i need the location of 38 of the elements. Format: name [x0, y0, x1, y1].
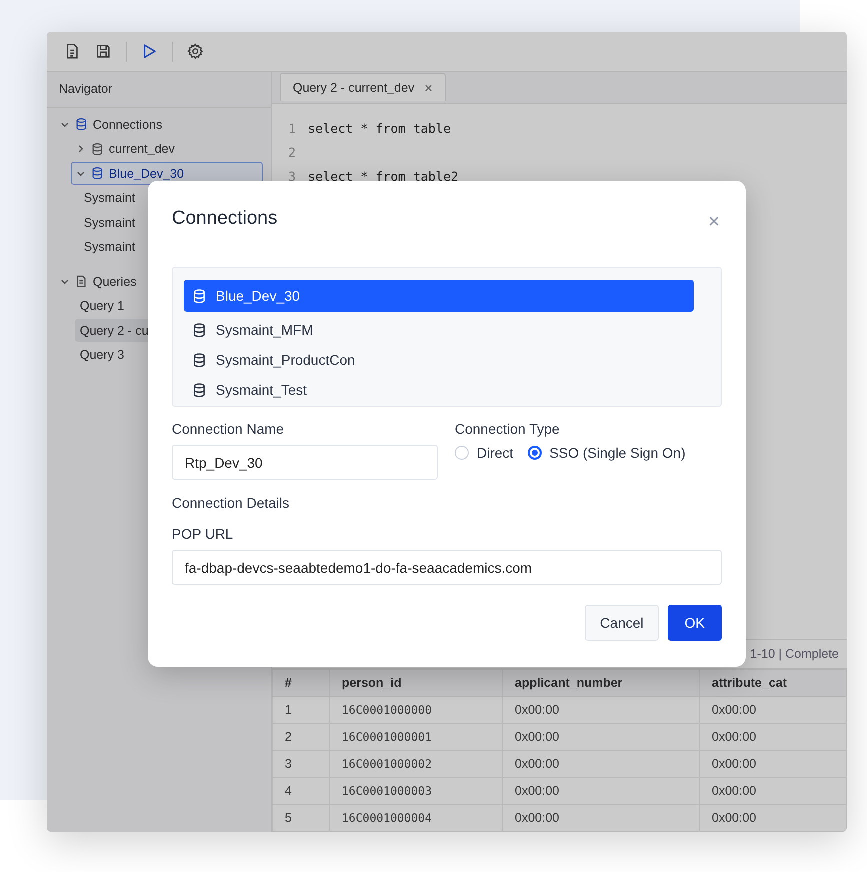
table-cell: 0x00:00 [502, 804, 700, 832]
section-label: Connection Details [172, 495, 291, 511]
table-cell: 0x00:00 [700, 778, 846, 804]
table-cell: 5 [272, 804, 330, 832]
code-line: select * from table2 [308, 168, 459, 184]
status-text: 1-10 | Complete [750, 647, 839, 661]
table-cell: 16C0001000001 [330, 724, 502, 750]
panel-title: Navigator [47, 72, 271, 108]
field-label: Connection Type [455, 421, 561, 437]
table-cell: 1 [272, 696, 330, 724]
radio-label: SSO (Single Sign On) [550, 445, 686, 461]
field-label: Connection Name [172, 421, 286, 437]
field-label: POP URL [172, 526, 234, 542]
code-line: select * from table [308, 120, 451, 136]
radio-label: Direct [477, 445, 514, 461]
table-cell: 2 [272, 724, 330, 750]
table-cell: 0x00:00 [700, 696, 846, 724]
table-cell: 0x00:00 [700, 724, 846, 750]
table-cell: 3 [272, 750, 330, 778]
table-cell: 0x00:00 [700, 750, 846, 778]
dialog-title: Connections [172, 208, 278, 230]
table-cell: 16C0001000000 [330, 696, 502, 724]
column-header: applicant_number [502, 670, 700, 696]
table-cell: 4 [272, 778, 330, 804]
table-cell: 0x00:00 [502, 750, 700, 778]
line-number: 3 [287, 168, 297, 184]
table-cell: 0x00:00 [700, 804, 846, 832]
table-cell: 16C0001000004 [330, 804, 502, 832]
table-cell: 16C0001000002 [330, 750, 502, 778]
table-cell: 0x00:00 [502, 724, 700, 750]
column-header: person_id [330, 670, 502, 696]
line-number: 1 [287, 120, 297, 136]
column-header: # [272, 670, 330, 696]
line-number: 2 [287, 144, 297, 160]
column-header: attribute_cat [700, 670, 846, 696]
table-cell: 0x00:00 [502, 696, 700, 724]
table-cell: 16C0001000003 [330, 778, 502, 804]
table-cell: 0x00:00 [502, 778, 700, 804]
